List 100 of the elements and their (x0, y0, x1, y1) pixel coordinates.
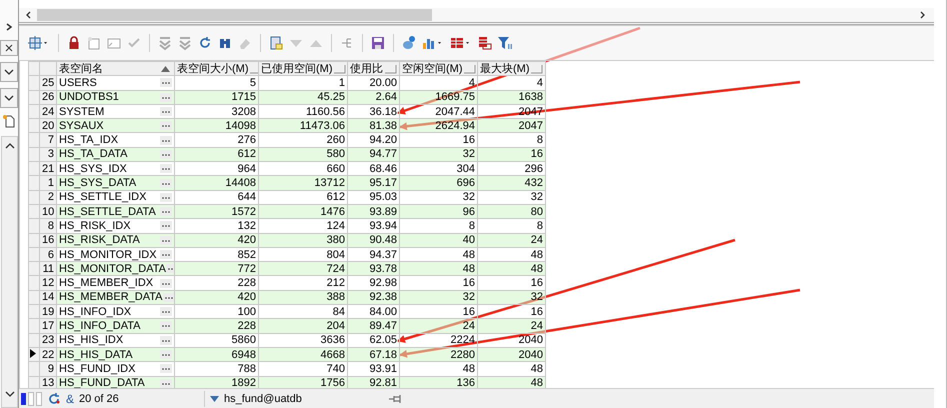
table-cell: 94.77 (348, 147, 400, 162)
tablespace-name: HS_TA_IDX (59, 134, 118, 146)
more-icon[interactable] (160, 278, 172, 288)
sort-ascending-icon[interactable] (159, 64, 172, 74)
table-cell: 204 (258, 318, 348, 334)
more-icon[interactable] (160, 364, 172, 374)
table-cell: 1476 (258, 204, 348, 219)
row-indicator[interactable] (28, 347, 40, 362)
scrollbar[interactable] (0, 136, 18, 408)
column-header[interactable]: 表空间大小(M) (174, 62, 258, 76)
table-cell: 2.64 (348, 90, 400, 104)
more-icon[interactable] (160, 107, 172, 116)
chevron-down-icon[interactable] (0, 88, 18, 108)
layout-icon[interactable] (27, 35, 43, 51)
tablespace-name: UNDOTBS1 (59, 91, 119, 104)
more-icon[interactable] (160, 150, 172, 159)
filter-icon[interactable] (497, 35, 513, 51)
tablespace-name: HS_FUND_IDX (59, 362, 136, 375)
table-icon[interactable] (449, 35, 465, 51)
table-cell: 32 (400, 290, 478, 305)
indicator-box (36, 392, 42, 406)
table-cell: 45.25 (258, 90, 348, 104)
more-icon[interactable] (160, 121, 172, 130)
refresh-icon[interactable] (47, 392, 61, 406)
close-icon[interactable] (0, 40, 18, 56)
table-cell: 612 (258, 190, 348, 204)
column-header[interactable]: 空闲空间(M) (400, 62, 478, 76)
table-cell: 93.91 (348, 362, 400, 376)
tablespace-name: USERS (59, 76, 97, 89)
more-icon[interactable] (160, 307, 172, 316)
database-icon[interactable] (401, 35, 417, 51)
table-cell: 2047 (478, 118, 546, 133)
table-cell: 296 (478, 162, 546, 176)
tablespace-name: SYSAUX (59, 120, 104, 132)
more-icon[interactable] (160, 207, 172, 216)
table-cell: 16 (478, 147, 546, 162)
more-icon[interactable] (160, 236, 172, 245)
column-label: 使用比 (350, 62, 383, 75)
table-cell: 696 (400, 176, 478, 190)
tablespace-name: HS_SYS_DATA (59, 177, 136, 190)
table-cell: 16 (478, 304, 546, 319)
table-cell: 644 (174, 190, 258, 204)
pin-icon[interactable] (389, 394, 404, 404)
column-header[interactable]: 使用比 (348, 62, 400, 76)
table-cell: 14408 (174, 176, 258, 190)
grid-icon[interactable] (477, 35, 493, 51)
table-cell: 93.94 (348, 218, 400, 234)
table-cell: 2624.94 (400, 118, 478, 133)
table-cell: 94.37 (348, 247, 400, 262)
new-file-icon[interactable] (2, 114, 16, 128)
more-icon[interactable] (160, 250, 172, 259)
table-cell: 81.38 (348, 118, 400, 133)
tablespace-name: HS_FUND_DATA (59, 377, 145, 388)
chevron-down-icon[interactable] (0, 62, 18, 82)
table-cell: 2224 (400, 333, 478, 348)
table-cell: 95.17 (348, 176, 400, 190)
more-icon[interactable] (160, 192, 172, 202)
more-icon[interactable] (160, 336, 172, 345)
table-cell: 100 (174, 304, 258, 319)
ampersand-icon[interactable]: & (66, 392, 74, 406)
scrollbar-thumb[interactable] (37, 9, 432, 21)
table-cell: 1638 (478, 90, 546, 104)
more-icon[interactable] (160, 378, 172, 388)
table-cell: 16 (478, 276, 546, 290)
table-cell: 1160.56 (258, 104, 348, 119)
table-cell: 3208 (174, 104, 258, 119)
dropdown-icon[interactable] (210, 394, 220, 402)
more-icon[interactable] (160, 78, 172, 88)
more-icon[interactable] (162, 292, 174, 302)
table-cell: 4 (478, 76, 546, 90)
table-cell: 304 (400, 162, 478, 176)
table-cell: 93.89 (348, 204, 400, 219)
more-icon[interactable] (160, 221, 172, 230)
tablespace-name: HS_RISK_IDX (59, 220, 131, 232)
column-header[interactable]: 已使用空间(M) (258, 62, 348, 76)
refresh-icon[interactable] (197, 35, 213, 51)
table-cell: 89.47 (348, 318, 400, 334)
more-icon[interactable] (160, 92, 172, 102)
more-icon[interactable] (160, 136, 172, 145)
more-icon[interactable] (160, 178, 172, 188)
table-cell: 32 (478, 290, 546, 305)
table-cell: 420 (174, 290, 258, 305)
table-cell: 67.18 (348, 347, 400, 362)
save-icon[interactable] (370, 35, 386, 51)
table-cell: 212 (258, 276, 348, 290)
table-cell: 132 (174, 218, 258, 234)
table-cell: 32 (400, 190, 478, 204)
table-cell: 5860 (174, 333, 258, 348)
more-icon[interactable] (160, 350, 172, 360)
document-icon[interactable] (268, 35, 284, 51)
column-header[interactable]: 最大块(M) (478, 62, 546, 76)
tablespace-name: HS_INFO_IDX (59, 306, 132, 318)
more-icon[interactable] (160, 164, 172, 174)
indicator-box (28, 392, 34, 406)
horizontal-scrollbar[interactable] (19, 8, 934, 25)
more-icon[interactable] (160, 321, 172, 330)
more-icon[interactable] (166, 264, 174, 274)
column-header[interactable]: 表空间名 (56, 62, 174, 76)
table-cell: 24 (478, 318, 546, 334)
table-cell: 16 (400, 132, 478, 148)
